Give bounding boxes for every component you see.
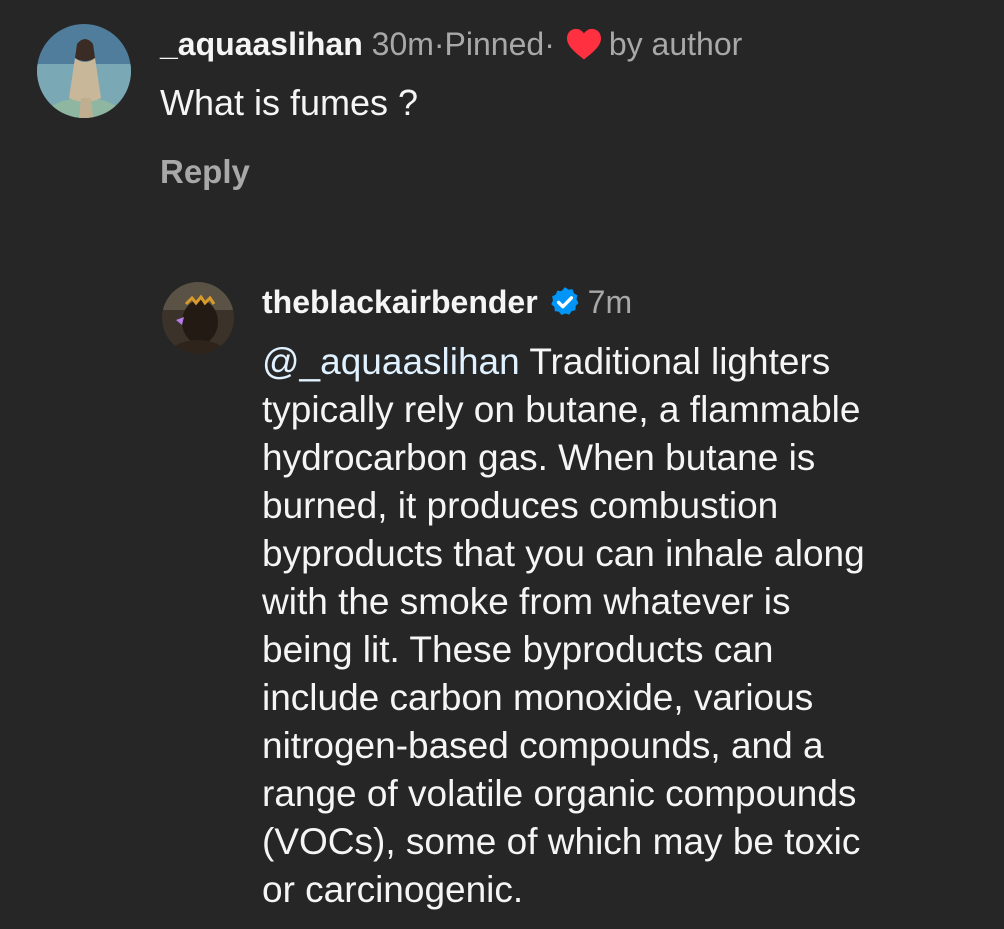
username[interactable]: theblackairbender <box>262 282 538 322</box>
separator: · <box>433 26 445 62</box>
comment-text-line: (VOCs), some of which may be toxic <box>262 821 861 862</box>
comment-text-fragment: Traditional lighters <box>529 341 831 382</box>
comment-text-line: include carbon monoxide, various <box>262 677 814 718</box>
comment-text-line: or carcinogenic. <box>262 869 524 910</box>
avatar-image <box>37 24 131 118</box>
mention-link[interactable]: @_aquaaslihan <box>262 341 520 382</box>
comment-text: What is fumes ? <box>160 82 419 123</box>
reply-button[interactable]: Reply <box>160 152 250 192</box>
comment-text: @_aquaaslihan Traditional lighters typic… <box>262 338 992 914</box>
username[interactable]: _aquaaslihan <box>160 24 363 64</box>
comment-text-line: nitrogen-based compounds, and a <box>262 725 824 766</box>
separator: · <box>544 26 555 62</box>
comment-text-line: burned, it produces combustion <box>262 485 779 526</box>
timestamp: 30m <box>371 26 434 62</box>
comment-text-line: typically rely on butane, a flammable <box>262 389 861 430</box>
user-avatar[interactable] <box>37 24 131 118</box>
comment: _aquaaslihan 30m · Pinned · by author Wh… <box>0 0 1004 240</box>
timestamp: 7m <box>587 284 633 320</box>
liked-by-author-label: by author <box>608 26 743 62</box>
comment-text-line: @_aquaaslihan Traditional lighters <box>262 338 992 386</box>
separator <box>363 24 372 64</box>
comment-text-line: range of volatile organic compounds <box>262 773 857 814</box>
comment-text-line: with the smoke from whatever is <box>262 581 791 622</box>
verified-badge-icon <box>548 285 582 319</box>
user-avatar[interactable] <box>162 282 234 354</box>
comment-text-line: being lit. These byproducts can <box>262 629 774 670</box>
reply-comment: theblackairbender 7m @_aquaaslihan Tradi… <box>0 260 1004 929</box>
comment-header: theblackairbender 7m <box>262 282 632 322</box>
pinned-label: Pinned <box>444 26 545 62</box>
comment-text-line: byproducts that you can inhale along <box>262 533 865 574</box>
comment-text-line: hydrocarbon gas. When butane is <box>262 437 816 478</box>
heart-icon <box>565 27 603 61</box>
avatar-image <box>162 282 234 354</box>
comment-header: _aquaaslihan 30m · Pinned · by author <box>160 24 742 64</box>
